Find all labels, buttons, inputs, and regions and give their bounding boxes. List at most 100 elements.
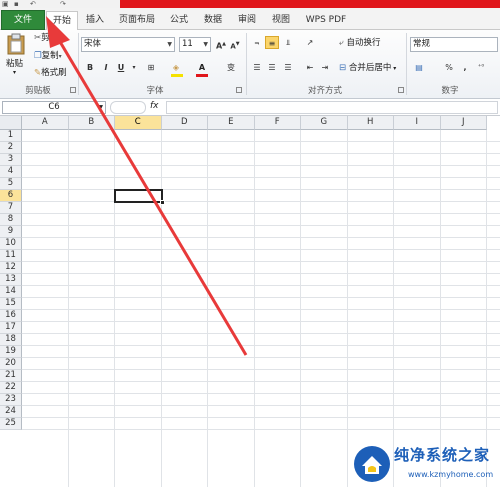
row-header-7[interactable]: 7 <box>0 202 22 214</box>
tab-formulas[interactable]: 公式 <box>164 11 194 30</box>
chevron-down-icon: ▼ <box>167 41 172 48</box>
wrap-text-button[interactable]: ⤶ 自动换行 <box>339 37 380 49</box>
worksheet-grid[interactable]: A B C D E F G H I J 1 2 3 4 5 6 7 8 9 10 11 12 13 14 15 16 17 18 19 2… <box>0 116 500 487</box>
alignment-group-label: 对齐方式 <box>307 86 342 96</box>
column-header-j[interactable]: J <box>440 116 487 130</box>
border-icon[interactable]: ⊞ <box>144 61 158 74</box>
row-header-23[interactable]: 23 <box>0 394 22 406</box>
row-header-5[interactable]: 5 <box>0 178 22 190</box>
grid-row-line <box>22 225 500 226</box>
row-header-9[interactable]: 9 <box>0 226 22 238</box>
font-size-select[interactable]: 11 ▼ <box>179 37 211 52</box>
formula-cancel-enter-buttons[interactable] <box>110 101 146 114</box>
increase-indent-icon[interactable]: ⇥ <box>318 61 332 74</box>
row-header-14[interactable]: 14 <box>0 286 22 298</box>
row-header-6[interactable]: 6 <box>0 190 22 202</box>
grow-font-button[interactable]: A▲ <box>214 38 228 51</box>
tab-view[interactable]: 视图 <box>266 11 296 30</box>
row-header-4[interactable]: 4 <box>0 166 22 178</box>
tab-file[interactable]: 文件 <box>1 10 45 30</box>
align-left-icon[interactable]: ☰ <box>250 61 264 74</box>
increase-decimal-icon[interactable]: ⁺⁰ <box>474 61 488 74</box>
tab-insert[interactable]: 插入 <box>80 11 110 30</box>
fill-color-icon[interactable]: ◈ <box>169 61 183 74</box>
underline-button[interactable]: U <box>114 61 128 74</box>
align-middle-icon[interactable]: ≡ <box>265 36 279 49</box>
tab-wps-pdf[interactable]: WPS PDF <box>302 11 350 30</box>
format-painter-button[interactable]: ✎格式刷 <box>34 67 67 79</box>
column-header-f[interactable]: F <box>254 116 301 130</box>
grid-row-line <box>22 249 500 250</box>
paste-button[interactable]: 粘贴 ▾ <box>4 33 28 81</box>
font-launcher-icon[interactable] <box>236 87 242 93</box>
tab-data[interactable]: 数据 <box>198 11 228 30</box>
align-bottom-icon[interactable]: ⫫ <box>281 36 295 49</box>
row-header-16[interactable]: 16 <box>0 310 22 322</box>
tab-page-layout[interactable]: 页面布局 <box>114 11 160 30</box>
redo-icon[interactable]: ↷ <box>60 0 66 8</box>
number-format-select[interactable]: 常规 <box>410 37 498 52</box>
align-right-icon[interactable]: ☰ <box>281 61 295 74</box>
font-name-select[interactable]: 宋体 ▼ <box>81 37 175 52</box>
row-header-18[interactable]: 18 <box>0 334 22 346</box>
orientation-icon[interactable]: ↗ <box>303 36 317 49</box>
fill-handle[interactable] <box>159 200 165 205</box>
row-header-22[interactable]: 22 <box>0 382 22 394</box>
row-header-19[interactable]: 19 <box>0 346 22 358</box>
row-header-3[interactable]: 3 <box>0 154 22 166</box>
selected-cell[interactable] <box>114 189 165 205</box>
column-header-a[interactable]: A <box>22 116 69 130</box>
row-header-8[interactable]: 8 <box>0 214 22 226</box>
clipboard-launcher-icon[interactable] <box>70 87 76 93</box>
comma-button[interactable]: , <box>458 61 472 74</box>
tab-review[interactable]: 审阅 <box>232 11 262 30</box>
column-header-d[interactable]: D <box>161 116 208 130</box>
row-header-1[interactable]: 1 <box>0 130 22 142</box>
column-header-c[interactable]: C <box>115 116 162 130</box>
undo-icon[interactable]: ↶ <box>30 0 36 8</box>
italic-button[interactable]: I <box>99 61 113 74</box>
tab-home[interactable]: 开始 <box>46 11 78 31</box>
grid-row-line <box>22 417 500 418</box>
insert-function-button[interactable]: fx <box>150 101 159 111</box>
row-header-2[interactable]: 2 <box>0 142 22 154</box>
alignment-launcher-icon[interactable] <box>398 87 404 93</box>
row-header-24[interactable]: 24 <box>0 406 22 418</box>
merge-center-button[interactable]: ⊟ 合并后居中 ▾ <box>339 62 396 75</box>
column-header-g[interactable]: G <box>301 116 348 130</box>
grid-row-line <box>22 429 500 430</box>
shrink-font-button[interactable]: A▼ <box>228 38 242 51</box>
grid-row-line <box>22 165 500 166</box>
row-header-13[interactable]: 13 <box>0 274 22 286</box>
row-header-21[interactable]: 21 <box>0 370 22 382</box>
save-icon[interactable]: ▪ <box>14 0 19 8</box>
column-header-e[interactable]: E <box>208 116 255 130</box>
bold-button[interactable]: B <box>83 61 97 74</box>
row-header-25[interactable]: 25 <box>0 418 22 430</box>
column-header-h[interactable]: H <box>347 116 394 130</box>
phonetic-button[interactable]: 变 <box>222 61 240 74</box>
row-header-10[interactable]: 10 <box>0 238 22 250</box>
font-color-button[interactable]: A <box>195 61 209 74</box>
name-box-value: C6 <box>48 102 60 112</box>
align-top-icon[interactable]: ⫬ <box>250 36 264 49</box>
row-header-12[interactable]: 12 <box>0 262 22 274</box>
column-header-b[interactable]: B <box>68 116 115 130</box>
cut-button[interactable]: ✂剪切 <box>34 32 58 44</box>
grid-row-line <box>22 405 500 406</box>
select-all-corner[interactable] <box>0 116 22 130</box>
row-header-15[interactable]: 15 <box>0 298 22 310</box>
row-header-17[interactable]: 17 <box>0 322 22 334</box>
chevron-down-icon[interactable]: ▾ <box>127 61 141 74</box>
name-box[interactable]: C6 ▼ <box>2 101 106 114</box>
percent-button[interactable]: % <box>442 61 456 74</box>
row-header-20[interactable]: 20 <box>0 358 22 370</box>
align-center-icon[interactable]: ☰ <box>265 61 279 74</box>
column-header-i[interactable]: I <box>394 116 441 130</box>
grid-row-line <box>22 201 500 202</box>
copy-button[interactable]: ❐复制▾ <box>34 50 62 63</box>
formula-input[interactable] <box>166 101 498 114</box>
decrease-indent-icon[interactable]: ⇤ <box>303 61 317 74</box>
row-header-11[interactable]: 11 <box>0 250 22 262</box>
currency-icon[interactable]: ▤ <box>412 61 426 74</box>
